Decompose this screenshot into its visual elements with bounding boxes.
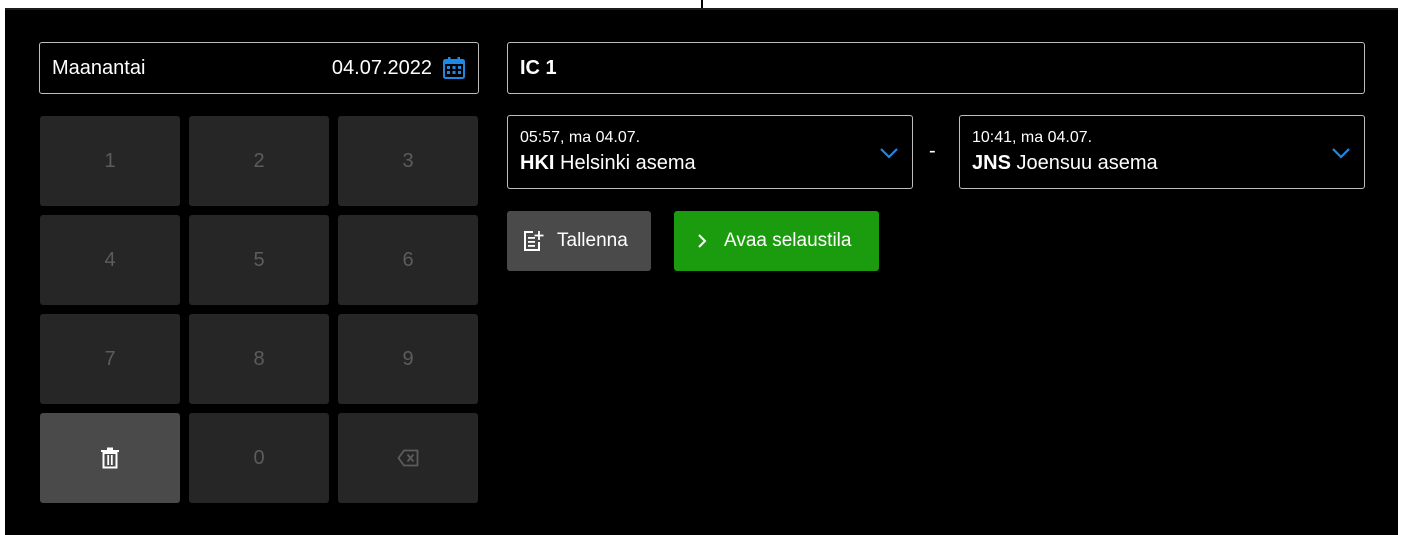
key-9[interactable]: 9 <box>338 314 478 404</box>
main-panel: Maanantai 04.07.2022 1 2 3 4 5 6 7 8 9 0… <box>5 8 1398 535</box>
key-8[interactable]: 8 <box>189 314 329 404</box>
key-3[interactable]: 3 <box>338 116 478 206</box>
key-1[interactable]: 1 <box>40 116 180 206</box>
departure-station-name: Helsinki asema <box>560 152 696 174</box>
calendar-icon[interactable] <box>442 56 466 80</box>
date-selector[interactable]: Maanantai 04.07.2022 <box>39 42 479 94</box>
chevron-down-icon <box>1332 148 1350 159</box>
arrival-station-code: JNS <box>972 152 1011 174</box>
clear-button[interactable] <box>40 413 180 503</box>
departure-time: 05:57, ma 04.07. <box>520 129 641 146</box>
departure-station-select[interactable]: 05:57, ma 04.07. HKI Helsinki asema <box>507 115 913 189</box>
key-0[interactable]: 0 <box>189 413 329 503</box>
arrival-station-select[interactable]: 10:41, ma 04.07. JNS Joensuu asema <box>959 115 1365 189</box>
numeric-keypad: 1 2 3 4 5 6 7 8 9 0 <box>40 116 480 503</box>
key-5[interactable]: 5 <box>189 215 329 305</box>
save-note-icon <box>524 231 544 251</box>
route-separator: - <box>929 140 936 162</box>
train-number-input[interactable]: IC 1 <box>507 42 1365 94</box>
key-7[interactable]: 7 <box>40 314 180 404</box>
arrival-time: 10:41, ma 04.07. <box>972 129 1093 146</box>
key-2[interactable]: 2 <box>189 116 329 206</box>
departure-station-code: HKI <box>520 152 555 174</box>
trash-icon <box>101 447 119 469</box>
departure-station: HKI Helsinki asema <box>520 150 900 176</box>
arrival-station: JNS Joensuu asema <box>972 150 1352 176</box>
weekday-label: Maanantai <box>52 56 146 79</box>
backspace-icon <box>397 449 419 467</box>
open-browse-mode-label: Avaa selaustila <box>724 230 852 251</box>
save-button[interactable]: Tallenna <box>507 211 651 271</box>
backspace-button[interactable] <box>338 413 478 503</box>
arrival-station-name: Joensuu asema <box>1016 152 1158 174</box>
open-browse-mode-button[interactable]: Avaa selaustila <box>674 211 879 271</box>
key-4[interactable]: 4 <box>40 215 180 305</box>
chevron-down-icon <box>880 148 898 159</box>
save-button-label: Tallenna <box>557 230 628 251</box>
key-6[interactable]: 6 <box>338 215 478 305</box>
date-value: 04.07.2022 <box>331 56 432 79</box>
chevron-right-icon <box>698 234 707 248</box>
